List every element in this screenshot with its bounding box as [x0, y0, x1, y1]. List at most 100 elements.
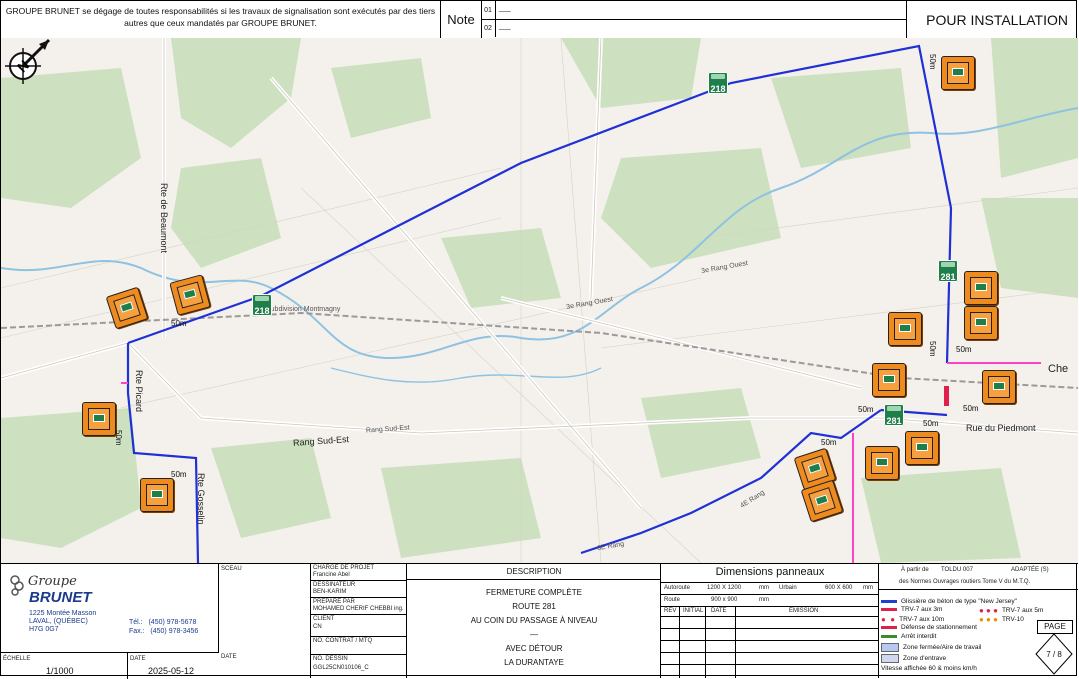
- dimensions-block: Dimensions panneaux Autoroute 1200 X 120…: [661, 564, 879, 678]
- date-label: DATE: [130, 656, 146, 662]
- client-value: CN: [313, 624, 322, 630]
- work-zone: [944, 386, 949, 406]
- legend-item: ● ● ● TRV-10: [979, 615, 1024, 624]
- unit-label: mm: [759, 585, 769, 591]
- legend-item: Zone fermée/Aire de travail: [881, 643, 981, 652]
- legend-item: Zone d'entrave: [881, 654, 946, 663]
- header: GROUPE BRUNET se dégage de toutes respon…: [1, 1, 1078, 39]
- dessinateur-label: DESSINATEUR: [313, 582, 356, 588]
- seal-label: SCEAU: [221, 566, 242, 572]
- detour-sign[interactable]: [905, 431, 939, 465]
- road-label-rte-gosselin: Rte Gosselin: [196, 473, 206, 525]
- dimension-label: 50m: [963, 404, 979, 413]
- detour-sign[interactable]: [865, 446, 899, 480]
- charge-value: Francine Abel: [313, 572, 350, 578]
- rev-header: INITIAL: [683, 608, 704, 614]
- unit-label: mm: [759, 597, 769, 603]
- detour-sign[interactable]: [982, 370, 1016, 404]
- dimension-label: 50m: [858, 405, 874, 414]
- detour-sign[interactable]: [964, 271, 998, 305]
- scale-date-row: ÉCHELLE 1/1000 DATE 2025-05-12: [1, 652, 219, 679]
- dimension-label: 50m: [821, 438, 837, 447]
- page-number[interactable]: 7 / 8: [1039, 650, 1069, 659]
- legend-item: Arrêt interdit: [881, 633, 936, 640]
- north-arrow-icon: N: [5, 38, 51, 84]
- unit-label: mm: [863, 585, 873, 591]
- urbain-label: Urbain: [779, 585, 797, 591]
- client-label: CLIENT: [313, 616, 335, 622]
- route-label: Route: [664, 597, 681, 603]
- legend-item: TRV-7 aux 3m: [881, 606, 942, 613]
- prepare-label: PRÉPARÉ PAR: [313, 599, 355, 605]
- detour-sign[interactable]: [888, 312, 922, 346]
- fax-label: Fax.:: [129, 628, 145, 635]
- status-label: POUR INSTALLATION: [926, 11, 1068, 28]
- route-shield-218: 218: [708, 72, 728, 94]
- dessin-value: GGL25CN010106_C: [313, 665, 369, 671]
- description-lines: FERMETURE COMPLÈTE ROUTE 281 AU COIN DU …: [407, 586, 661, 670]
- scale-label: ÉCHELLE: [3, 656, 31, 662]
- prepare-value: MOHAMED CHERIF CHEBBI ing.: [313, 606, 404, 612]
- detour-sign[interactable]: [140, 478, 174, 512]
- rev-header: ÉMISSION: [789, 608, 819, 614]
- description-line: AU COIN DU PASSAGE À NIVEAU: [470, 616, 598, 625]
- dimension-label: 50m: [171, 470, 187, 479]
- description-block: DESCRIPTION FERMETURE COMPLÈTE ROUTE 281…: [407, 564, 661, 678]
- route-shield-218: 218: [252, 294, 272, 316]
- note-value: ___: [499, 5, 511, 12]
- dimensions-title: Dimensions panneaux: [715, 566, 825, 578]
- rev-header: DATE: [711, 608, 727, 614]
- description-line: ROUTE 281: [512, 602, 556, 611]
- contrat-label: NO. CONTRAT / MTQ: [313, 638, 373, 644]
- notes-grid: 01 ___ 02 ___: [481, 1, 907, 38]
- detour-sign[interactable]: [872, 363, 906, 397]
- fax-value: (450) 978-3456: [150, 628, 199, 635]
- dimension-label: 50m: [171, 319, 187, 328]
- note-row: 02 ___: [481, 19, 906, 37]
- legend-item: Vitesse affichée 60 & moins km/h: [881, 665, 977, 672]
- note-value: ___: [499, 23, 511, 30]
- dessinateur-value: BEN-KARIM: [313, 589, 347, 595]
- urbain-value: 600 X 600: [825, 585, 853, 591]
- legend-item: ● ● ● TRV-7 aux 5m: [979, 606, 1044, 615]
- address-line: 1225 Montée Masson: [29, 610, 97, 617]
- detour-sign[interactable]: [941, 56, 975, 90]
- map-area[interactable]: Rte de Beaumont Rte Picard Rte Gosselin …: [1, 38, 1078, 563]
- road-label-rte-beaumont: Rte de Beaumont: [159, 183, 169, 254]
- contact-block: Tél.: (450) 978-5678 Fax.: (450) 978-345…: [129, 618, 198, 636]
- description-line: —: [530, 630, 538, 639]
- dimension-label: 50m: [114, 430, 123, 446]
- charge-label: CHARGÉ DE PROJET: [313, 565, 375, 571]
- seal-block: SCEAU DATE: [219, 564, 311, 678]
- legend-item: Défense de stationnement: [881, 624, 977, 631]
- road-label-rue-piedmont: Rue du Piedmont: [966, 423, 1036, 433]
- seal-date-label: DATE: [221, 654, 237, 660]
- railway-label: Subdivision Montmagny: [266, 306, 341, 313]
- description-label: DESCRIPTION: [407, 567, 661, 580]
- route-shield-281: 281: [938, 260, 958, 282]
- address-line: LAVAL, (QUÉBEC): [29, 618, 88, 625]
- address-block: 1225 Montée Masson LAVAL, (QUÉBEC) H7G 0…: [29, 610, 96, 634]
- description-line: FERMETURE COMPLÈTE: [485, 588, 582, 597]
- tel-label: Tél.:: [129, 619, 143, 626]
- description-line: AVEC DÉTOUR: [505, 644, 563, 653]
- route-value: 900 x 900: [711, 597, 738, 603]
- route-shield-281: 281: [884, 404, 904, 426]
- detour-sign[interactable]: [964, 306, 998, 340]
- drawing-sheet: GROUPE BRUNET se dégage de toutes respon…: [0, 0, 1078, 679]
- company-logo-icon: [10, 575, 24, 596]
- address-line: H7G 0G7: [29, 626, 59, 633]
- road-label-chemin: Che: [1048, 363, 1069, 375]
- autoroute-value: 1200 X 1200: [707, 585, 742, 591]
- road-label-rte-picard: Rte Picard: [134, 370, 144, 413]
- partir-label: À partir de: [901, 567, 929, 573]
- legend-item: ● ● TRV-7 aux 10m: [881, 615, 945, 624]
- partir-value: TOLDU 007: [941, 567, 973, 573]
- note-row: 01 ___: [481, 1, 906, 20]
- detour-sign[interactable]: [82, 402, 116, 436]
- logo-brand: BRUNET: [29, 589, 92, 606]
- logo-word: Groupe: [28, 574, 77, 589]
- dimension-label: 50m: [956, 345, 972, 354]
- company-block: Groupe BRUNET 1225 Montée Masson LAVAL, …: [1, 564, 219, 652]
- dimension-label: 50m: [923, 419, 939, 428]
